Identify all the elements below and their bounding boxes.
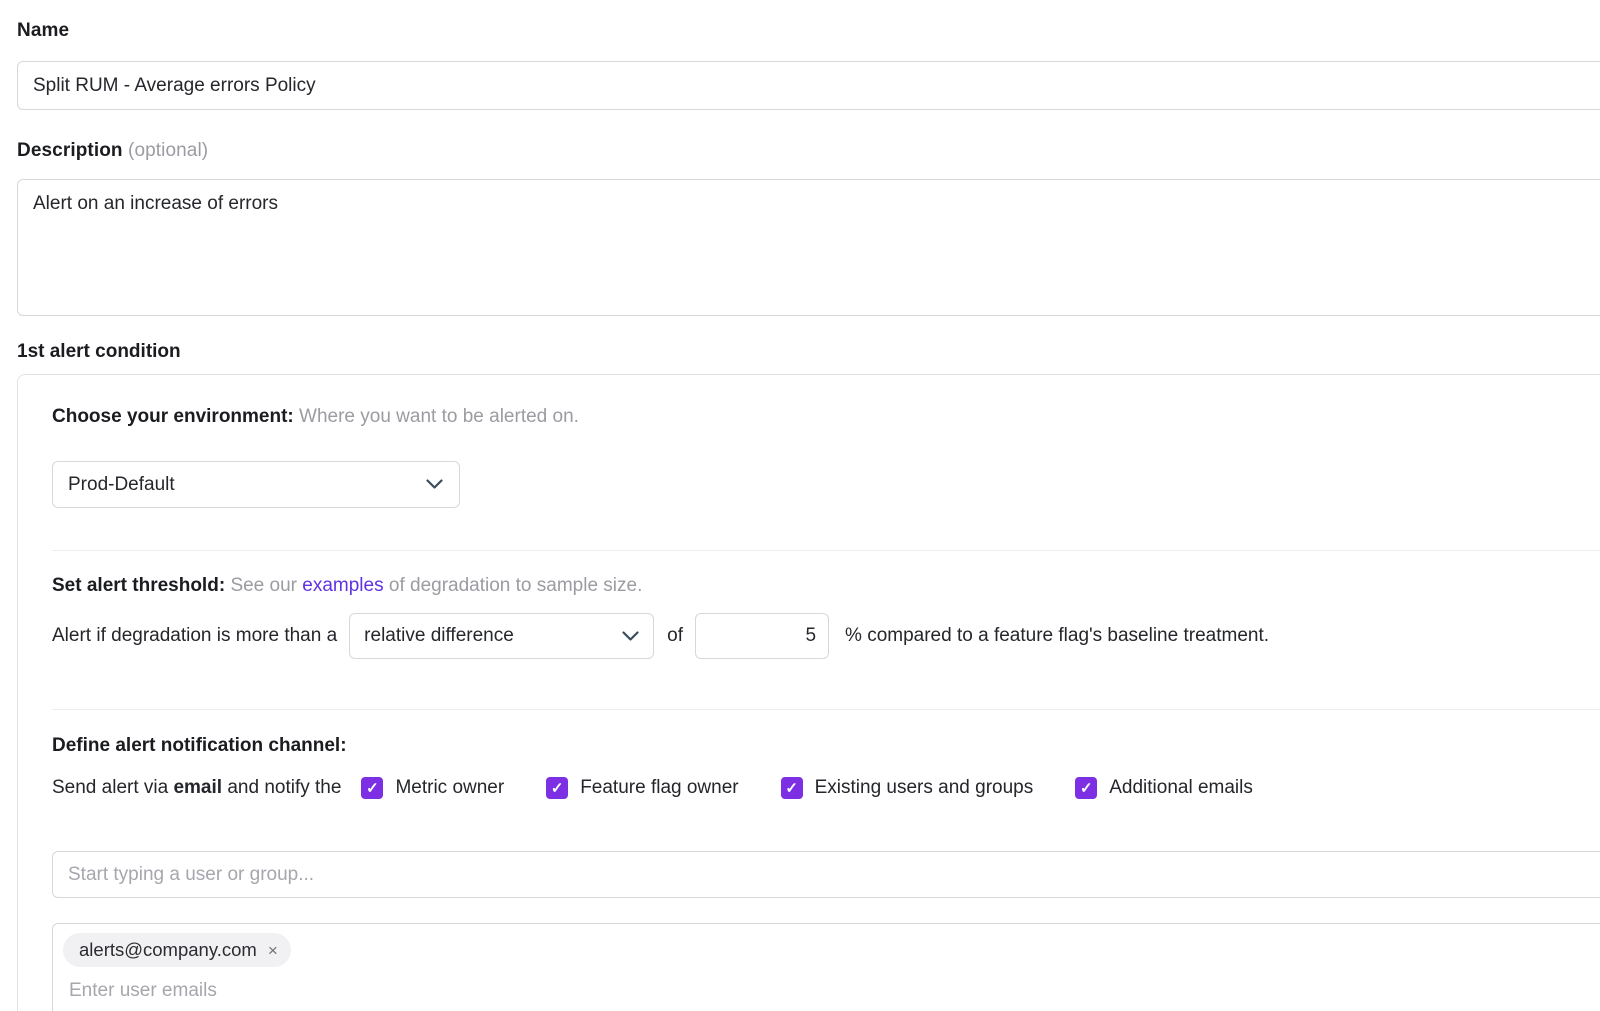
checkbox-metric-owner[interactable]: ✓ Metric owner [361, 777, 504, 799]
examples-link[interactable]: examples [302, 575, 383, 596]
threshold-hint-before: See our [230, 575, 297, 596]
checkbox-label: Additional emails [1109, 777, 1253, 799]
checkbox-label: Existing users and groups [815, 777, 1034, 799]
checkbox-label: Feature flag owner [580, 777, 738, 799]
notification-sentence: Send alert via email and notify the [52, 777, 341, 799]
comparison-selected-value: relative difference [364, 625, 514, 647]
threshold-label: Set alert threshold: [52, 575, 225, 596]
chevron-down-icon [426, 479, 443, 490]
policy-description-textarea[interactable]: Alert on an increase of errors [17, 179, 1600, 316]
alert-condition-heading: 1st alert condition [17, 341, 1600, 363]
checkbox-additional-emails[interactable]: ✓ Additional emails [1075, 777, 1253, 799]
comparison-type-select[interactable]: relative difference [349, 613, 654, 659]
checkmark-icon: ✓ [781, 777, 803, 799]
environment-select[interactable]: Prod-Default [52, 461, 460, 508]
checkbox-feature-flag-owner[interactable]: ✓ Feature flag owner [546, 777, 738, 799]
threshold-sentence-start: Alert if degradation is more than a [52, 625, 337, 647]
divider [52, 709, 1600, 710]
threshold-line: Set alert threshold: See our examples of… [52, 575, 1600, 597]
alert-condition-panel: Choose your environment: Where you want … [17, 374, 1600, 1011]
description-optional-hint: (optional) [128, 140, 208, 161]
environment-line: Choose your environment: Where you want … [52, 406, 1600, 428]
chevron-down-icon [622, 631, 639, 642]
threshold-row: Alert if degradation is more than a rela… [52, 613, 1600, 659]
additional-emails-input[interactable]: alerts@company.com × [52, 923, 1600, 1011]
chip-remove-icon[interactable]: × [268, 942, 278, 959]
threshold-value-input[interactable] [695, 613, 829, 659]
notification-checkbox-row: Send alert via email and notify the ✓ Me… [52, 777, 1600, 799]
notification-heading: Define alert notification channel: [52, 735, 1600, 757]
user-group-search-input[interactable] [52, 851, 1600, 898]
description-label: Description (optional) [17, 140, 1600, 162]
checkbox-existing-users-groups[interactable]: ✓ Existing users and groups [781, 777, 1034, 799]
email-chip: alerts@company.com × [63, 933, 291, 967]
email-chip-text: alerts@company.com [79, 939, 257, 961]
environment-hint: Where you want to be alerted on. [299, 406, 579, 427]
policy-name-input[interactable] [17, 61, 1600, 110]
environment-label: Choose your environment: [52, 406, 294, 427]
checkmark-icon: ✓ [1075, 777, 1097, 799]
threshold-of-word: of [667, 625, 683, 647]
environment-selected-value: Prod-Default [68, 474, 175, 496]
enter-emails-input[interactable] [69, 980, 669, 1002]
threshold-sentence-end: % compared to a feature flag's baseline … [845, 625, 1269, 647]
threshold-hint-after: of degradation to sample size. [389, 575, 643, 596]
divider [52, 550, 1600, 551]
name-label: Name [17, 20, 1600, 42]
checkmark-icon: ✓ [361, 777, 383, 799]
checkmark-icon: ✓ [546, 777, 568, 799]
checkbox-label: Metric owner [395, 777, 504, 799]
